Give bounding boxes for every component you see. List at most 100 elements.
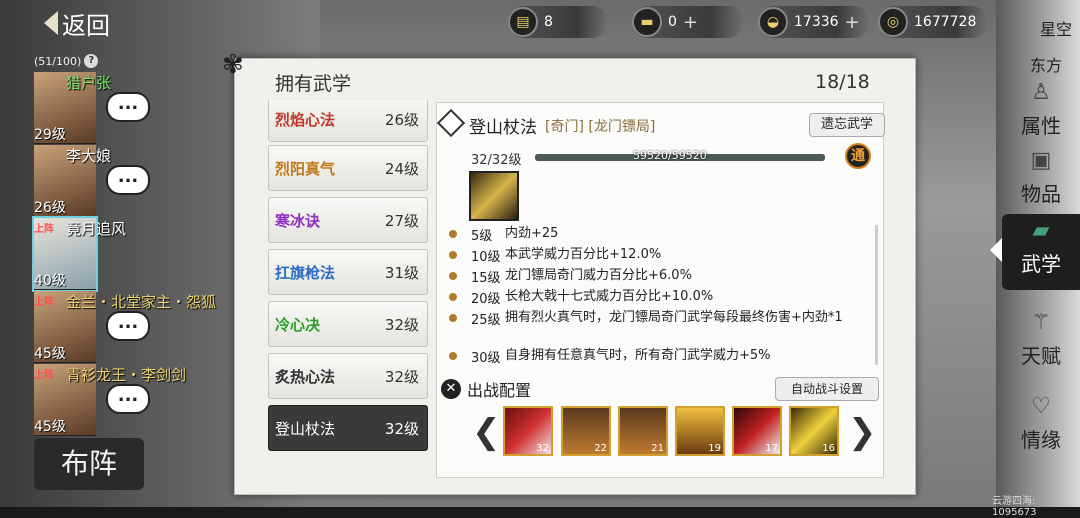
resource-silver: ◒ 17336 +: [758, 6, 870, 38]
silver-ingot-icon: ◒: [758, 7, 788, 37]
hero-level: 45级: [34, 419, 66, 435]
scrollbar[interactable]: [875, 225, 878, 365]
menu-bonds[interactable]: ♡ 情缘: [1002, 390, 1080, 466]
formation-button[interactable]: 布阵: [34, 438, 144, 490]
hero-card-selected[interactable]: 上阵 竟月追风 40级: [32, 218, 232, 290]
coin-icon: ◎: [878, 7, 908, 37]
hero-name: 猎户张: [66, 74, 112, 92]
effect-row: 20级 长枪大戟十七式威力百分比+10.0%: [445, 288, 865, 307]
scroll-icon: ▤: [508, 7, 538, 37]
combat-config-heading: ✕ 出战配置: [441, 377, 531, 401]
hero-name: 竟月追风: [66, 220, 127, 238]
panel-title: 拥有武学: [275, 73, 352, 95]
knot-icon: ✾: [222, 50, 244, 80]
bullet-icon: [449, 314, 457, 322]
hero-level: 26级: [34, 200, 66, 216]
box-icon: ▣: [1030, 148, 1052, 173]
auto-battle-settings-button[interactable]: 自动战斗设置: [775, 377, 879, 401]
skill-slot[interactable]: 21: [618, 406, 668, 456]
hero-card[interactable]: 上阵 青衫龙王・李剑剑 45级 ...: [32, 364, 232, 436]
skill-list[interactable]: 烈焰心法 26级 烈阳真气 24级 寒冰诀 27级 扛旗枪法 31级 冷心决 32级 炙热…: [264, 100, 432, 456]
effect-row: 25级 拥有烈火真气时，龙门镖局奇门武学每段最终伤害+内劲*1: [445, 309, 865, 328]
hero-name: 金兰・北堂家主・怨狐: [66, 293, 217, 311]
resource-gold: ▬ 8 0 +: [632, 6, 744, 38]
gold-bar-icon: ▬: [632, 7, 662, 37]
chevron-left-icon[interactable]: ❮: [472, 412, 501, 452]
hero-level: 40级: [34, 273, 66, 289]
skill-level: 32/32级: [471, 153, 522, 168]
skill-item-selected[interactable]: 登山杖法 32级: [268, 405, 428, 451]
skill-item[interactable]: 烈焰心法 26级: [268, 100, 428, 142]
bullet-icon: [449, 352, 457, 360]
book-icon: ▰: [1032, 218, 1050, 243]
heart-icon: ♡: [1031, 394, 1051, 419]
hero-card[interactable]: 上阵 金兰・北堂家主・怨狐 45级 ...: [32, 291, 232, 363]
bullet-icon: [449, 272, 457, 280]
skill-item[interactable]: 烈阳真气 24级: [268, 145, 428, 191]
skill-item[interactable]: 寒冰诀 27级: [268, 197, 428, 243]
add-gold-button[interactable]: +: [683, 12, 698, 33]
menu-talents[interactable]: ⚚ 天赋: [1002, 306, 1080, 382]
menu-martial-arts[interactable]: ▰ 武学: [1002, 214, 1080, 290]
resource-coin: ◎ 1677728: [878, 6, 988, 38]
back-label: 返回: [62, 11, 110, 40]
person-icon: ♙: [1031, 80, 1051, 105]
effect-row: 30级 自身拥有任意真气时，所有奇门武学威力+5%: [445, 347, 865, 366]
capacity-value: (51/100): [34, 54, 82, 68]
skill-slot[interactable]: 32: [503, 406, 553, 456]
hero-level: 29级: [34, 127, 66, 143]
side-subtitle: 东方: [1030, 56, 1063, 75]
skill-item[interactable]: 冷心决 32级: [268, 301, 428, 347]
xp-value: 59520/59520: [633, 149, 707, 162]
skill-title: 登山杖法: [469, 118, 537, 138]
hero-card[interactable]: 猎户张 29级 ...: [32, 72, 232, 144]
chevron-left-icon: [44, 11, 58, 35]
resource-value: 17336: [794, 14, 839, 30]
mastery-badge: 通: [845, 143, 871, 169]
on-team-badge: 上阵: [34, 224, 54, 235]
skill-slot[interactable]: 19: [675, 406, 725, 456]
chat-bubble-icon[interactable]: ...: [106, 165, 150, 195]
hero-level: 45级: [34, 346, 66, 362]
roster-capacity: (51/100) ?: [34, 52, 134, 70]
help-icon[interactable]: ?: [84, 54, 99, 68]
forget-skill-button[interactable]: 遗忘武学: [809, 113, 885, 137]
crossed-swords-icon: ✕: [441, 379, 461, 399]
bullet-icon: [449, 251, 457, 259]
side-title: 星空: [1040, 20, 1073, 39]
skill-tags: [奇门] [龙门镖局]: [545, 119, 656, 135]
effect-row: 15级 龙门镖局奇门威力百分比+6.0%: [445, 267, 865, 286]
resource-value: 0: [668, 14, 677, 30]
menu-items[interactable]: ▣ 物品: [1002, 144, 1080, 220]
hero-name: 李大娘: [66, 147, 112, 165]
chevron-left-icon: [990, 238, 1002, 262]
on-team-badge: 上阵: [34, 370, 54, 381]
staff-skill-icon: [469, 171, 519, 221]
branch-icon: ⚚: [1031, 310, 1051, 335]
chat-bubble-icon[interactable]: ...: [106, 92, 150, 122]
skill-slot[interactable]: 17: [732, 406, 782, 456]
effect-row: 5级 内劲+25: [445, 225, 865, 244]
skill-slot[interactable]: 22: [561, 406, 611, 456]
diamond-icon: [436, 108, 466, 138]
hero-card[interactable]: 李大娘 26级 ...: [32, 145, 232, 217]
back-button[interactable]: 返回: [44, 6, 136, 40]
effect-row: 10级 本武学威力百分比+12.0%: [445, 246, 865, 265]
bullet-icon: [449, 230, 457, 238]
hero-name: 青衫龙王・李剑剑: [66, 366, 187, 384]
skill-slot[interactable]: 16: [789, 406, 839, 456]
menu-attributes[interactable]: ♙ 属性: [1002, 76, 1080, 152]
chevron-right-icon[interactable]: ❯: [848, 412, 877, 452]
chat-bubble-icon[interactable]: ...: [106, 384, 150, 414]
add-silver-button[interactable]: +: [845, 12, 860, 33]
skill-item[interactable]: 炙热心法 32级: [268, 353, 428, 399]
resource-value: 8: [544, 14, 553, 30]
resource-scroll: ▤ 8: [508, 6, 608, 38]
chat-bubble-icon[interactable]: ...: [106, 311, 150, 341]
bullet-icon: [449, 293, 457, 301]
skill-count: 18/18: [815, 71, 870, 93]
on-team-badge: 上阵: [34, 297, 54, 308]
resource-bar: ▤ 8 ▬ 8 0 + ◒ 17336 + ◎ 1677728: [508, 6, 988, 38]
skill-item[interactable]: 扛旗枪法 31级: [268, 249, 428, 295]
watermark: 云游四海: 1095673: [992, 496, 1037, 518]
